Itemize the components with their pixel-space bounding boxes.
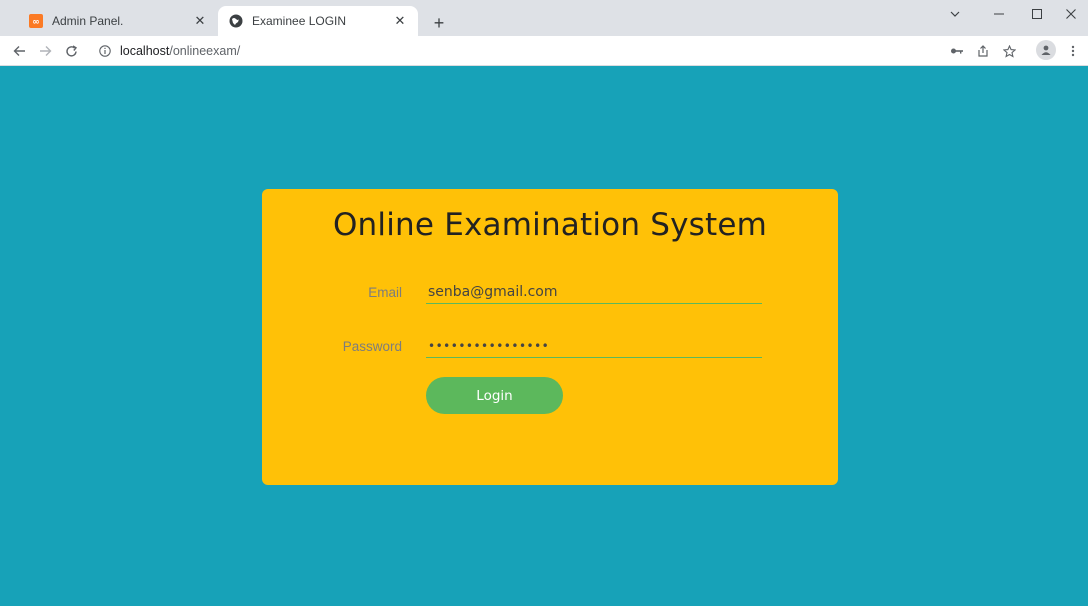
tab-examinee-login[interactable]: Examinee LOGIN ✕ bbox=[218, 6, 418, 36]
password-label: Password bbox=[342, 339, 402, 354]
svg-text:∞: ∞ bbox=[32, 18, 40, 28]
forward-arrow-icon[interactable] bbox=[34, 40, 56, 62]
profile-avatar-icon[interactable] bbox=[1036, 40, 1056, 60]
globe-icon bbox=[228, 13, 244, 29]
tab-strip: ∞ Admin Panel. ✕ Examinee LOGIN ✕ + bbox=[0, 0, 1088, 36]
tab-admin-panel[interactable]: ∞ Admin Panel. ✕ bbox=[18, 6, 218, 36]
page-title: Online Examination System bbox=[332, 207, 768, 243]
close-window-icon[interactable] bbox=[1054, 0, 1088, 28]
login-button[interactable]: Login bbox=[426, 377, 563, 414]
close-icon[interactable]: ✕ bbox=[392, 13, 408, 29]
browser-toolbar: localhost/onlineexam/ bbox=[0, 36, 1088, 66]
back-arrow-icon[interactable] bbox=[8, 40, 30, 62]
reload-icon[interactable] bbox=[60, 40, 82, 62]
url-path: /onlineexam/ bbox=[169, 44, 241, 58]
tab-title: Admin Panel. bbox=[52, 14, 124, 28]
menu-dots-icon[interactable] bbox=[1062, 40, 1084, 62]
tab-search-icon[interactable] bbox=[938, 0, 972, 28]
minimize-icon[interactable] bbox=[982, 0, 1016, 28]
address-bar[interactable]: localhost/onlineexam/ bbox=[98, 40, 934, 62]
bookmark-star-icon[interactable] bbox=[998, 40, 1020, 62]
email-field[interactable] bbox=[426, 280, 762, 304]
maximize-icon[interactable] bbox=[1020, 0, 1054, 28]
share-icon[interactable] bbox=[972, 40, 994, 62]
password-field[interactable] bbox=[426, 334, 762, 358]
login-card: Online Examination System Email Password… bbox=[262, 189, 838, 485]
tab-title: Examinee LOGIN bbox=[252, 14, 347, 28]
url-host: localhost bbox=[120, 44, 170, 58]
xampp-icon: ∞ bbox=[28, 13, 44, 29]
email-label: Email bbox=[368, 285, 402, 300]
new-tab-button[interactable]: + bbox=[428, 12, 450, 34]
page-content: Online Examination System Email Password… bbox=[6, 66, 1088, 606]
info-icon[interactable] bbox=[98, 44, 112, 58]
key-icon[interactable] bbox=[946, 40, 968, 62]
close-icon[interactable]: ✕ bbox=[192, 13, 208, 29]
